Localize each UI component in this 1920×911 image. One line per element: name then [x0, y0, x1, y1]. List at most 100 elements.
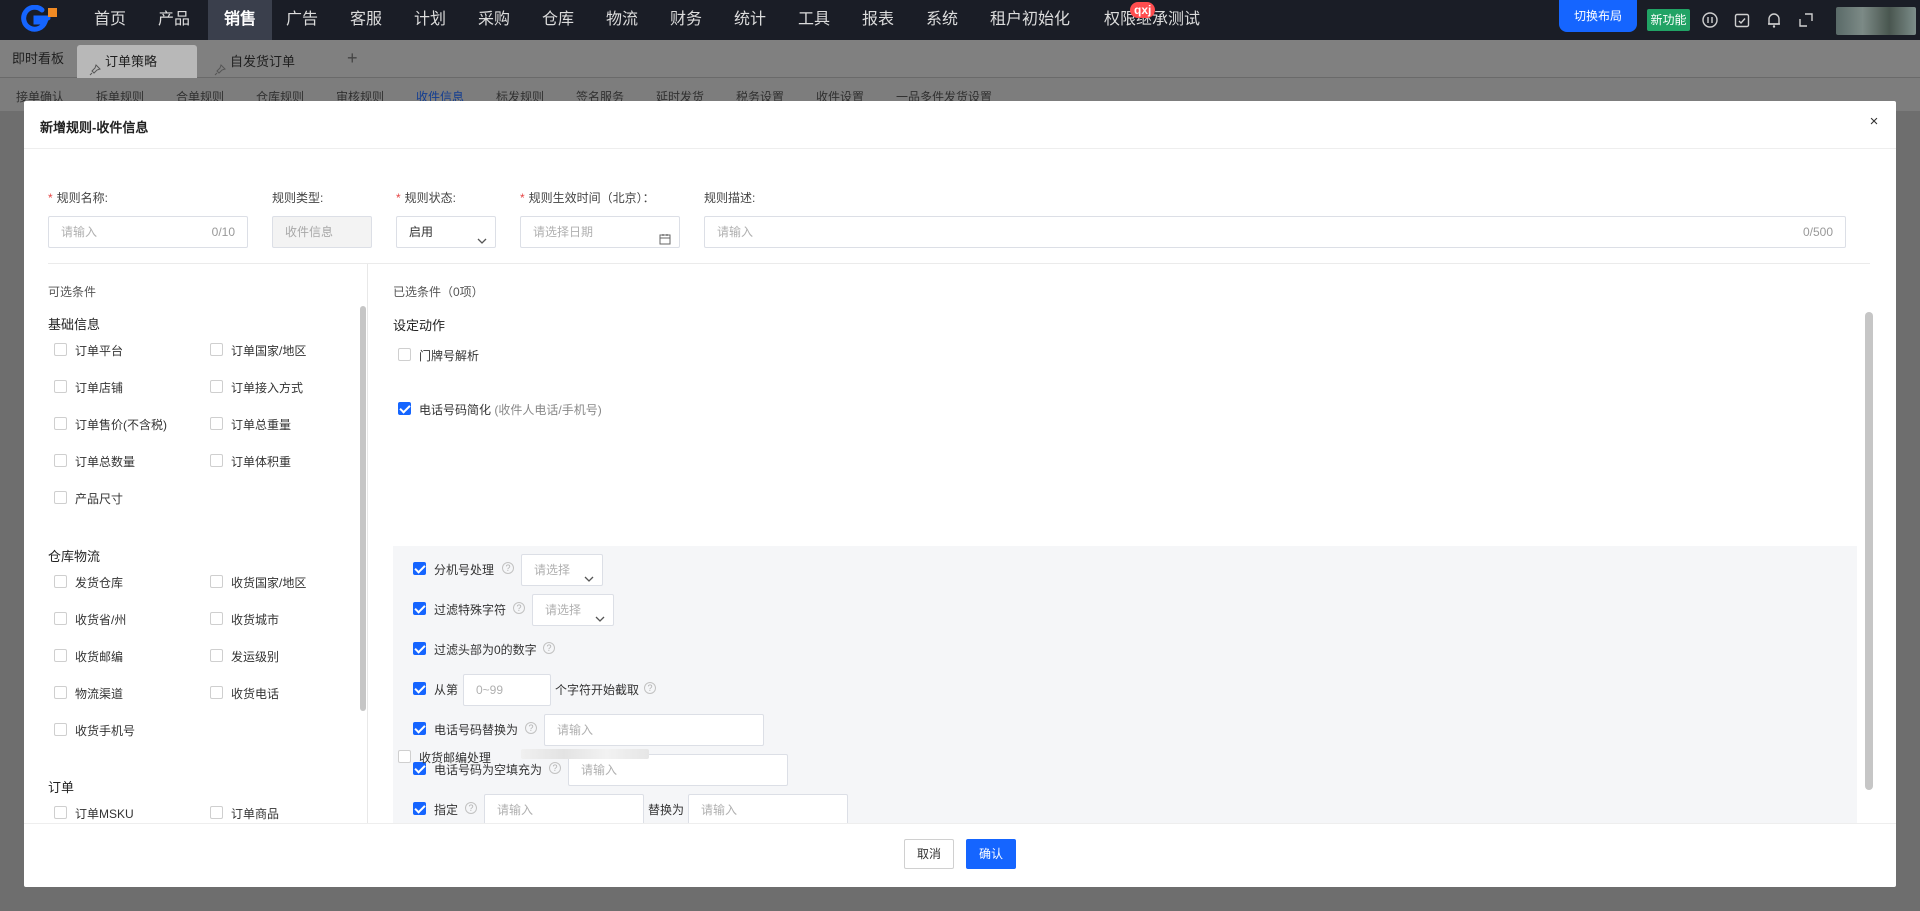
help-icon[interactable]: ?	[465, 802, 477, 814]
rule-time-picker[interactable]: 请选择日期	[520, 216, 680, 248]
nav-product[interactable]: 产品	[150, 0, 198, 40]
app-logo[interactable]	[18, 4, 62, 35]
checkbox[interactable]	[54, 686, 67, 699]
user-avatar[interactable]	[1836, 7, 1916, 35]
nav-purchase[interactable]: 采购	[470, 0, 518, 40]
rule-name-input[interactable]: 请输入 0/10	[48, 216, 248, 248]
nav-tenant-init[interactable]: 租户初始化	[982, 0, 1078, 40]
extension-select[interactable]: 请选择	[521, 554, 603, 586]
nav-home[interactable]: 首页	[86, 0, 134, 40]
fullscreen-icon[interactable]	[1797, 11, 1815, 29]
checkbox[interactable]	[413, 562, 426, 575]
checkbox[interactable]	[54, 575, 67, 588]
checkbox[interactable]	[210, 454, 223, 467]
checkbox[interactable]	[210, 343, 223, 356]
extension-label: 分机号处理	[434, 563, 495, 577]
replace-with-input[interactable]: 请输入	[688, 794, 848, 824]
from-index-input[interactable]: 0~99	[463, 674, 551, 706]
condition-label: 物流渠道	[75, 687, 124, 701]
nav-reports[interactable]: 报表	[854, 0, 902, 40]
checkbox[interactable]	[210, 417, 223, 430]
close-icon[interactable]: ×	[1866, 113, 1882, 131]
group-title-warehouse-logistics: 仓库物流	[48, 549, 101, 564]
nav-sales[interactable]: 销售	[208, 0, 272, 40]
checkbox[interactable]	[54, 491, 67, 504]
help-icon[interactable]: ?	[543, 642, 555, 654]
checkbox[interactable]	[54, 649, 67, 662]
help-icon[interactable]: ?	[644, 682, 656, 694]
nav-plan[interactable]: 计划	[406, 0, 454, 40]
checkbox[interactable]	[398, 402, 411, 415]
blurred-text	[521, 749, 649, 759]
nav-finance[interactable]: 财务	[662, 0, 710, 40]
checkbox[interactable]	[54, 806, 67, 819]
door-number-parse-label: 门牌号解析	[419, 349, 480, 363]
check-calendar-icon[interactable]	[1733, 11, 1751, 29]
info-icon[interactable]	[1701, 11, 1719, 29]
header-divider	[24, 148, 1896, 149]
pin-icon[interactable]	[214, 55, 226, 76]
checkbox[interactable]	[413, 802, 426, 815]
condition-label: 订单商品	[231, 807, 280, 821]
help-icon[interactable]: ?	[502, 562, 514, 574]
checkbox[interactable]	[413, 602, 426, 615]
condition-label: 订单体积重	[231, 455, 292, 469]
help-icon[interactable]: ?	[549, 762, 561, 774]
cancel-button[interactable]: 取消	[904, 839, 954, 869]
checkbox[interactable]	[210, 612, 223, 625]
new-feature-button[interactable]: 新功能	[1647, 9, 1690, 31]
condition-label: 收货城市	[231, 613, 280, 627]
nav-warehouse[interactable]: 仓库	[534, 0, 582, 40]
filter-special-select[interactable]: 请选择	[532, 594, 614, 626]
checkbox[interactable]	[413, 722, 426, 735]
set-action-title: 设定动作	[393, 318, 446, 333]
checkbox[interactable]	[54, 454, 67, 467]
checkbox[interactable]	[210, 649, 223, 662]
help-icon[interactable]: ?	[513, 602, 525, 614]
checkbox[interactable]	[398, 348, 411, 361]
nav-statistics[interactable]: 统计	[726, 0, 774, 40]
specify-input[interactable]: 请输入	[484, 794, 644, 824]
left-scrollbar[interactable]	[360, 306, 366, 711]
checkbox[interactable]	[54, 380, 67, 393]
condition-label: 收货手机号	[75, 724, 136, 738]
tab-dashboard[interactable]: 即时看板	[12, 40, 64, 78]
checkbox[interactable]	[210, 380, 223, 393]
condition-label: 订单平台	[75, 344, 124, 358]
checkbox[interactable]	[413, 642, 426, 655]
nav-tools[interactable]: 工具	[790, 0, 838, 40]
rule-desc-input[interactable]: 请输入 0/500	[704, 216, 1846, 248]
confirm-button[interactable]: 确认	[966, 839, 1016, 869]
checkbox[interactable]	[54, 343, 67, 356]
nav-customer-service[interactable]: 客服	[342, 0, 390, 40]
checkbox[interactable]	[54, 417, 67, 430]
checkbox[interactable]	[398, 750, 411, 763]
from-suffix-label: 个字符开始截取	[555, 683, 640, 697]
tab-label: 自发货订单	[230, 54, 296, 69]
right-scrollbar[interactable]	[1865, 312, 1873, 790]
bell-icon[interactable]	[1765, 11, 1783, 29]
rule-status-label: * 规则状态:	[396, 191, 457, 205]
help-icon[interactable]: ?	[525, 722, 537, 734]
condition-label: 收货国家/地区	[231, 576, 307, 590]
checkbox[interactable]	[54, 612, 67, 625]
available-conditions-title: 可选条件	[48, 285, 97, 299]
tab-self-delivery-orders[interactable]: 自发货订单	[202, 45, 332, 78]
replace-phone-input[interactable]: 请输入	[544, 714, 764, 746]
rule-status-select[interactable]: 启用	[396, 216, 496, 248]
nav-system[interactable]: 系统	[918, 0, 966, 40]
available-conditions-panel: 可选条件 基础信息 订单平台 订单国家/地区 订单店铺 订单接入方式 订单售价(…	[24, 264, 368, 824]
checkbox[interactable]	[413, 682, 426, 695]
tab-order-strategy[interactable]: 订单策略	[77, 45, 197, 78]
nav-logistics[interactable]: 物流	[598, 0, 646, 40]
nav-ads[interactable]: 广告	[278, 0, 326, 40]
from-label: 从第	[434, 683, 459, 697]
checkbox[interactable]	[210, 686, 223, 699]
add-tab-button[interactable]: +	[347, 48, 358, 69]
condition-label: 订单总数量	[75, 455, 136, 469]
checkbox[interactable]	[210, 806, 223, 819]
switch-layout-button[interactable]: 切换布局	[1559, 0, 1637, 32]
pin-icon[interactable]	[89, 55, 101, 76]
checkbox[interactable]	[54, 723, 67, 736]
checkbox[interactable]	[210, 575, 223, 588]
